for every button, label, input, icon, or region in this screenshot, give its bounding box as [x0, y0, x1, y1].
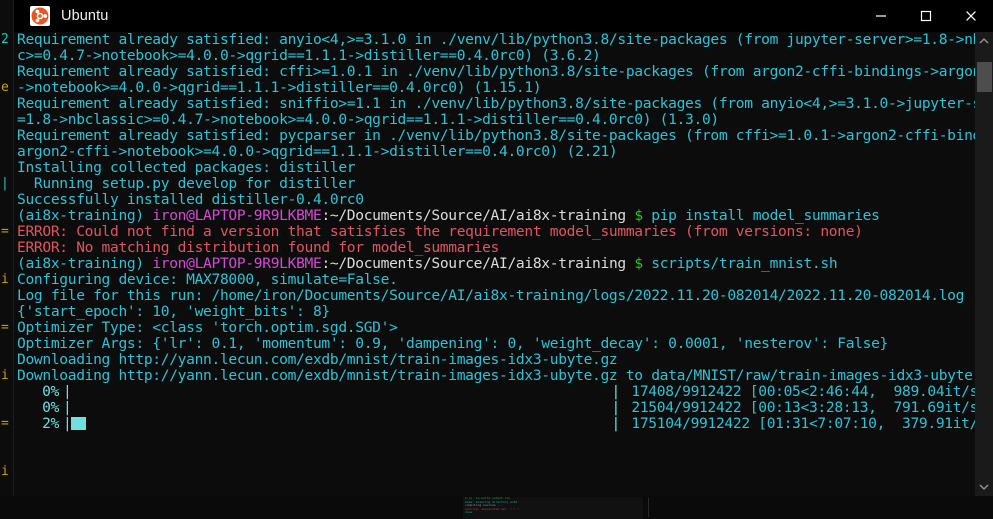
progress-bar-right-edge: |: [611, 399, 620, 416]
download-progress-row: 0% | | 21504/9912422 [00:13<3:28:13, 791.6…: [17, 400, 975, 416]
progress-bar-left-edge: |: [63, 415, 72, 432]
terminal-line: Requirement already satisfied: cffi>=1.0…: [17, 64, 975, 80]
progress-bar-fill: [71, 417, 87, 430]
bg-term-line: 2: [1, 32, 9, 47]
terminal-scrollbar[interactable]: [975, 32, 993, 496]
window-controls: [858, 0, 993, 32]
terminal-text-segment: scripts/train_mnist.sh: [651, 255, 838, 272]
window-titlebar[interactable]: Ubuntu: [14, 0, 993, 32]
scroll-up-icon[interactable]: [975, 32, 993, 50]
progress-bar-left-edge: |: [63, 383, 72, 400]
terminal-text-segment: :~/Documents/Source/AI/ai8x-training: [321, 207, 635, 224]
terminal-line: Installing collected packages: distiller: [17, 160, 975, 176]
progress-percent-label: 0%: [42, 383, 59, 400]
terminal-text-segment: Configuring device: MAX78000, simulate=F…: [17, 271, 398, 288]
terminal-line: Optimizer Args: {'lr': 0.1, 'momentum': …: [17, 336, 975, 352]
scroll-down-icon[interactable]: [975, 478, 993, 496]
maximize-button[interactable]: [903, 0, 948, 32]
download-progress-row: 0% | | 17408/9912422 [00:05<2:46:44, 989.0…: [17, 384, 975, 400]
terminal-text-segment: c>=0.4.7->notebook>=4.0.0->qgrid==1.1.1-…: [17, 47, 601, 64]
terminal-text-segment: ERROR: No matching distribution found fo…: [17, 239, 500, 256]
terminal-text-segment: {'start_epoch': 10, 'weight_bits': 8}: [17, 303, 330, 320]
terminal-text-segment: $: [634, 207, 652, 224]
terminal-text-segment: iron@LAPTOP-9R9LKBME: [152, 255, 322, 272]
terminal-text-segment: Requirement already satisfied: anyio<4,>…: [17, 32, 975, 48]
progress-bar-left-edge: |: [63, 399, 72, 416]
window-title: Ubuntu: [61, 8, 109, 24]
terminal-text-segment: pip install model_summaries: [651, 207, 880, 224]
terminal-text-segment: Successfully installed distiller-0.4.0rc…: [17, 191, 364, 208]
terminal-text-segment: ERROR: Could not find a version that sat…: [17, 223, 863, 240]
download-progress-row: 2% | | 175104/9912422 [01:31<7:07:10, 379.…: [17, 416, 975, 432]
bg-term-line: =: [1, 224, 9, 239]
bg-term-line: [0, 128, 14, 144]
preview-line: done.: [465, 510, 475, 515]
terminal-body[interactable]: Requirement already satisfied: anyio<4,>…: [14, 32, 993, 496]
terminal-text-segment: Log file for this run: /home/iron/Docume…: [17, 287, 965, 304]
terminal-text-segment: Requirement already satisfied: cffi>=1.0…: [17, 63, 975, 80]
terminal-text-segment: =1.8->nbclassic>=0.4.7->notebook>=4.0.0-…: [17, 111, 719, 128]
terminal-line: Running setup.py develop for distiller: [17, 176, 975, 192]
taskbar[interactable]: $ ls -la build output run make: entering…: [0, 496, 993, 519]
terminal-line: ERROR: Could not find a version that sat…: [17, 224, 975, 240]
terminal-text-segment: Downloading http://yann.lecun.com/exdb/m…: [17, 367, 975, 384]
terminal-line: c>=0.4.7->notebook>=4.0.0->qgrid==1.1.1-…: [17, 48, 975, 64]
bg-term-line: e: [1, 80, 9, 95]
progress-stats: 175104/9912422 [01:31<7:07:10, 379.91it/…: [622, 415, 975, 432]
terminal-text-segment: Running setup.py develop for distiller: [17, 175, 356, 192]
terminal-text-segment: Optimizer Type: <class 'torch.optim.sgd.…: [17, 319, 398, 336]
terminal-line: Requirement already satisfied: sniffio>=…: [17, 96, 975, 112]
terminal-line: =1.8->nbclassic>=0.4.7->notebook>=4.0.0-…: [17, 112, 975, 128]
taskbar-separator: [648, 498, 649, 517]
terminal-line: argon2-cffi->notebook>=4.0.0->qgrid==1.1…: [17, 144, 975, 160]
terminal-line: ->notebook>=4.0.0->qgrid==1.1.1->distill…: [17, 80, 975, 96]
terminal-text-segment: Downloading http://yann.lecun.com/exdb/m…: [17, 351, 618, 368]
terminal-line: Requirement already satisfied: pycparser…: [17, 128, 975, 144]
progress-bar-right-edge: |: [611, 415, 620, 432]
terminal-line: (ai8x-training) iron@LAPTOP-9R9LKBME:~/D…: [17, 256, 975, 272]
terminal-text-segment: :~/Documents/Source/AI/ai8x-training: [321, 255, 635, 272]
terminal-line: Downloading http://yann.lecun.com/exdb/m…: [17, 352, 975, 368]
terminal-text-segment: Optimizer Args: {'lr': 0.1, 'momentum': …: [17, 335, 888, 352]
progress-percent-label: 0%: [42, 399, 59, 416]
terminal-text-segment: $: [634, 255, 652, 272]
terminal-line: Log file for this run: /home/iron/Docume…: [17, 288, 975, 304]
ubuntu-terminal-window[interactable]: Ubuntu Requirement already satisfied: an…: [14, 0, 993, 496]
terminal-line: Successfully installed distiller-0.4.0rc…: [17, 192, 975, 208]
terminal-line: Downloading http://yann.lecun.com/exdb/m…: [17, 368, 975, 384]
bg-term-line: i: [1, 464, 9, 479]
bg-term-line: |: [1, 176, 9, 191]
progress-stats: 17408/9912422 [00:05<2:46:44, 989.04it/s…: [622, 383, 975, 400]
terminal-line: Requirement already satisfied: anyio<4,>…: [17, 32, 975, 48]
terminal-text-segment: (ai8x-training): [17, 207, 153, 224]
terminal-text-segment: argon2-cffi->notebook>=4.0.0->qgrid==1.1…: [17, 143, 618, 160]
terminal-output[interactable]: Requirement already satisfied: anyio<4,>…: [14, 32, 975, 496]
terminal-line: (ai8x-training) iron@LAPTOP-9R9LKBME:~/D…: [17, 208, 975, 224]
background-terminal-sliver[interactable]: 2 e | = i = i = i = i i p r 2 p r 2 =: [0, 0, 14, 496]
scrollbar-thumb[interactable]: [977, 62, 992, 92]
terminal-line: Optimizer Type: <class 'torch.optim.sgd.…: [17, 320, 975, 336]
minimize-button[interactable]: [858, 0, 903, 32]
terminal-text-segment: Installing collected packages: distiller: [17, 159, 356, 176]
terminal-line: {'start_epoch': 10, 'weight_bits': 8}: [17, 304, 975, 320]
bg-term-line: =: [1, 320, 9, 335]
close-button[interactable]: [948, 0, 993, 32]
terminal-text-segment: Requirement already satisfied: sniffio>=…: [17, 95, 975, 112]
terminal-text-segment: iron@LAPTOP-9R9LKBME: [152, 207, 322, 224]
terminal-line: Configuring device: MAX78000, simulate=F…: [17, 272, 975, 288]
terminal-text-segment: Requirement already satisfied: pycparser…: [17, 127, 975, 144]
progress-stats: 21504/9912422 [00:13<3:28:13, 791.69it/s…: [622, 399, 975, 416]
bg-term-line: i: [1, 368, 9, 383]
progress-percent-label: 2%: [42, 415, 59, 432]
bg-term-line: i: [1, 272, 9, 287]
terminal-text-segment: (ai8x-training): [17, 255, 153, 272]
ubuntu-icon: [30, 6, 50, 26]
terminal-text-segment: ->notebook>=4.0.0->qgrid==1.1.1->distill…: [17, 79, 542, 96]
progress-bar-right-edge: |: [611, 383, 620, 400]
bg-term-line: =: [1, 416, 9, 431]
taskbar-window-preview[interactable]: $ ls -la build output run make: entering…: [463, 497, 643, 519]
terminal-line: ERROR: No matching distribution found fo…: [17, 240, 975, 256]
